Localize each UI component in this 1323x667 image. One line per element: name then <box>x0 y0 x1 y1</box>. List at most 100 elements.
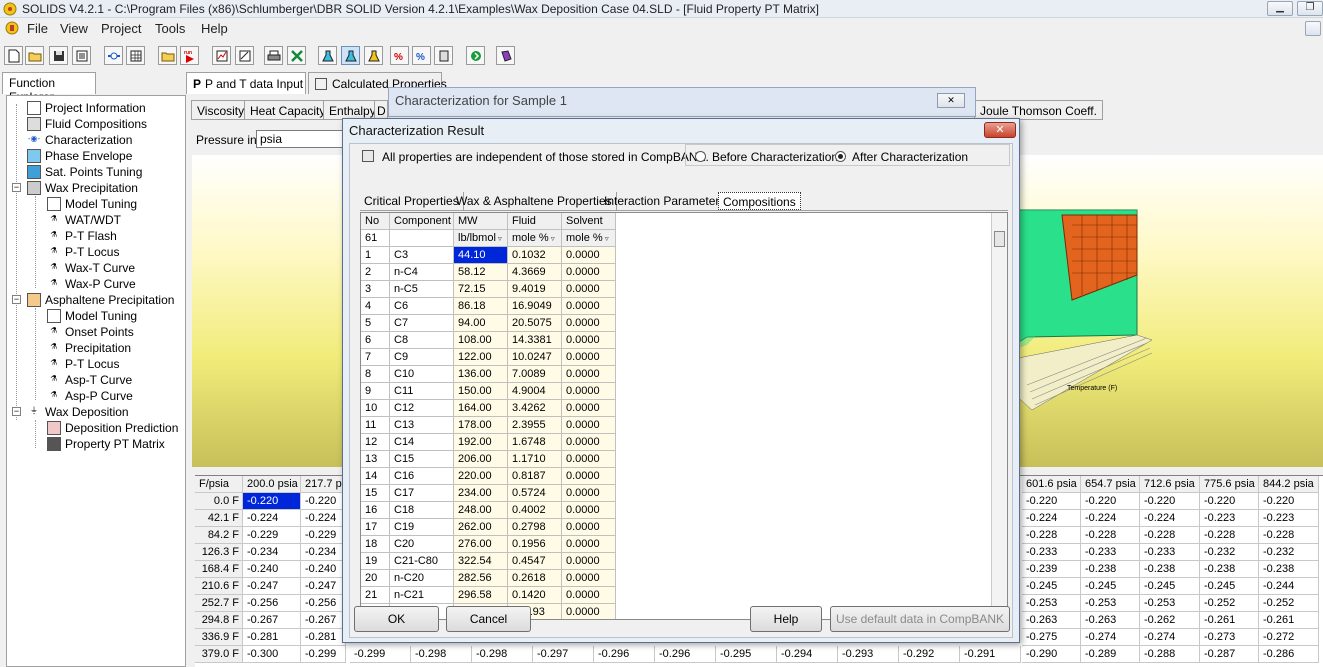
col-header-component[interactable]: Component <box>390 213 454 230</box>
composition-cell-comp[interactable]: C21-C80 <box>390 553 454 570</box>
grid-cell[interactable]: -0.228 <box>1259 527 1319 544</box>
composition-cell-solv[interactable]: 0.0000 <box>562 298 616 315</box>
grid-cell[interactable]: -0.289 <box>1081 646 1140 663</box>
grid-cell[interactable]: -0.281 <box>301 629 346 646</box>
composition-cell-mw[interactable]: 296.58 <box>454 587 508 604</box>
composition-cell-no[interactable]: 8 <box>361 366 390 383</box>
grid-cell[interactable]: -0.288 <box>1140 646 1200 663</box>
composition-cell-no[interactable]: 21 <box>361 587 390 604</box>
grid-cell[interactable]: -0.274 <box>1140 629 1200 646</box>
save-icon[interactable] <box>49 46 68 65</box>
grid-cell[interactable]: -0.296 <box>655 646 716 663</box>
tree-asp-model-tuning[interactable]: Model Tuning <box>47 308 137 324</box>
composition-cell-no[interactable]: 15 <box>361 485 390 502</box>
composition-cell-solv[interactable]: 0.0000 <box>562 247 616 264</box>
grid-cell[interactable]: -0.298 <box>411 646 472 663</box>
mdi-minimize-button[interactable] <box>1305 21 1321 36</box>
tree-asphaltene-precipitation[interactable]: Asphaltene Precipitation <box>27 292 174 308</box>
tree-fluid-compositions[interactable]: Fluid Compositions <box>27 116 147 132</box>
grid-cell[interactable]: -0.223 <box>1259 510 1319 527</box>
grid-cell[interactable]: -0.228 <box>1200 527 1259 544</box>
composition-cell-comp[interactable]: C6 <box>390 298 454 315</box>
composition-cell-comp[interactable]: C8 <box>390 332 454 349</box>
grid-cell[interactable]: -0.299 <box>301 646 346 663</box>
composition-cell-no[interactable]: 9 <box>361 383 390 400</box>
composition-cell-fluid[interactable]: 0.4547 <box>508 553 562 570</box>
composition-cell-comp[interactable]: C12 <box>390 400 454 417</box>
composition-cell-comp[interactable]: C7 <box>390 315 454 332</box>
grid-cell[interactable]: -0.253 <box>1140 595 1200 612</box>
composition-cell-mw[interactable]: 44.10 <box>454 247 508 264</box>
grid-row-header[interactable]: 379.0 F <box>195 646 243 663</box>
grid-icon[interactable] <box>126 46 145 65</box>
after-characterization-radio[interactable] <box>835 151 846 162</box>
composition-cell-solv[interactable]: 0.0000 <box>562 383 616 400</box>
composition-cell-mw[interactable]: 206.00 <box>454 451 508 468</box>
grid-cell[interactable]: -0.228 <box>1081 527 1140 544</box>
composition-cell-solv[interactable]: 0.0000 <box>562 434 616 451</box>
grid-cell[interactable]: -0.239 <box>1022 561 1081 578</box>
tab-viscosity[interactable]: Viscosity <box>191 100 251 120</box>
tree-property-pt-matrix[interactable]: Property PT Matrix <box>47 436 165 452</box>
composition-cell-mw[interactable]: 234.00 <box>454 485 508 502</box>
composition-cell-solv[interactable]: 0.0000 <box>562 604 616 619</box>
composition-cell-fluid[interactable]: 1.6748 <box>508 434 562 451</box>
grid-cell[interactable]: -0.220 <box>301 493 346 510</box>
percent-icon[interactable]: % <box>390 46 409 65</box>
grid-cell[interactable]: -0.298 <box>472 646 533 663</box>
grid-cell[interactable]: -0.275 <box>1022 629 1081 646</box>
tab-wax-asphaltene-properties[interactable]: Wax & Asphaltene Properties <box>452 192 617 210</box>
tab-density[interactable]: D <box>374 100 388 120</box>
grid-cell[interactable]: -0.220 <box>1200 493 1259 510</box>
ok-button[interactable]: OK <box>354 606 439 632</box>
grid-cell[interactable]: -0.240 <box>243 561 301 578</box>
composition-cell-comp[interactable]: n-C21 <box>390 587 454 604</box>
tree-characterization[interactable]: -◉- Characterization <box>27 132 132 148</box>
composition-cell-comp[interactable]: C3 <box>390 247 454 264</box>
grid-cell[interactable]: -0.294 <box>777 646 838 663</box>
composition-cell-comp[interactable]: C20 <box>390 536 454 553</box>
grid-cell[interactable]: -0.272 <box>1259 629 1319 646</box>
composition-cell-mw[interactable]: 192.00 <box>454 434 508 451</box>
composition-cell-no[interactable]: 7 <box>361 349 390 366</box>
composition-cell-solv[interactable]: 0.0000 <box>562 553 616 570</box>
composition-cell-no[interactable]: 20 <box>361 570 390 587</box>
unit-fluid[interactable]: mole % ▿ <box>508 230 562 247</box>
go-icon[interactable] <box>466 46 485 65</box>
grid-cell[interactable]: -0.256 <box>243 595 301 612</box>
composition-cell-mw[interactable]: 72.15 <box>454 281 508 298</box>
col-header-solvent[interactable]: Solvent <box>562 213 616 230</box>
composition-cell-solv[interactable]: 0.0000 <box>562 400 616 417</box>
grid-col-header[interactable]: 712.6 psia <box>1140 476 1200 493</box>
grid-cell[interactable]: -0.229 <box>301 527 346 544</box>
grid-cell[interactable]: -0.267 <box>243 612 301 629</box>
grid-cell[interactable]: -0.224 <box>1022 510 1081 527</box>
grid-cell[interactable]: -0.224 <box>243 510 301 527</box>
grid-cell[interactable]: -0.223 <box>1200 510 1259 527</box>
composition-cell-no[interactable]: 6 <box>361 332 390 349</box>
grid-col-header[interactable]: 200.0 psia <box>243 476 301 493</box>
grid-cell[interactable]: -0.297 <box>533 646 594 663</box>
grid-cell[interactable]: -0.234 <box>301 544 346 561</box>
use-default-compbank-button[interactable]: Use default data in CompBANK <box>830 606 1010 632</box>
grid-cell[interactable]: -0.238 <box>1200 561 1259 578</box>
composition-cell-fluid[interactable]: 0.8187 <box>508 468 562 485</box>
composition-cell-comp[interactable]: n-C5 <box>390 281 454 298</box>
composition-cell-fluid[interactable]: 3.4262 <box>508 400 562 417</box>
tab-compositions[interactable]: Compositions <box>718 192 801 210</box>
composition-cell-solv[interactable]: 0.0000 <box>562 485 616 502</box>
composition-cell-fluid[interactable]: 0.2798 <box>508 519 562 536</box>
book-icon[interactable] <box>496 46 515 65</box>
grid-cell[interactable]: -0.253 <box>1022 595 1081 612</box>
composition-cell-no[interactable]: 3 <box>361 281 390 298</box>
tab-critical-properties[interactable]: Critical Properties <box>360 192 464 210</box>
composition-cell-fluid[interactable]: 20.5075 <box>508 315 562 332</box>
grid-cell[interactable]: -0.247 <box>301 578 346 595</box>
grid-cell[interactable]: -0.253 <box>1081 595 1140 612</box>
grid-col-header[interactable]: 217.7 p <box>301 476 346 493</box>
composition-cell-solv[interactable]: 0.0000 <box>562 468 616 485</box>
composition-cell-mw[interactable]: 220.00 <box>454 468 508 485</box>
tree-wax-precipitation[interactable]: Wax Precipitation <box>27 180 138 196</box>
run-icon[interactable]: run <box>180 46 199 65</box>
grid-cell[interactable]: -0.233 <box>1081 544 1140 561</box>
